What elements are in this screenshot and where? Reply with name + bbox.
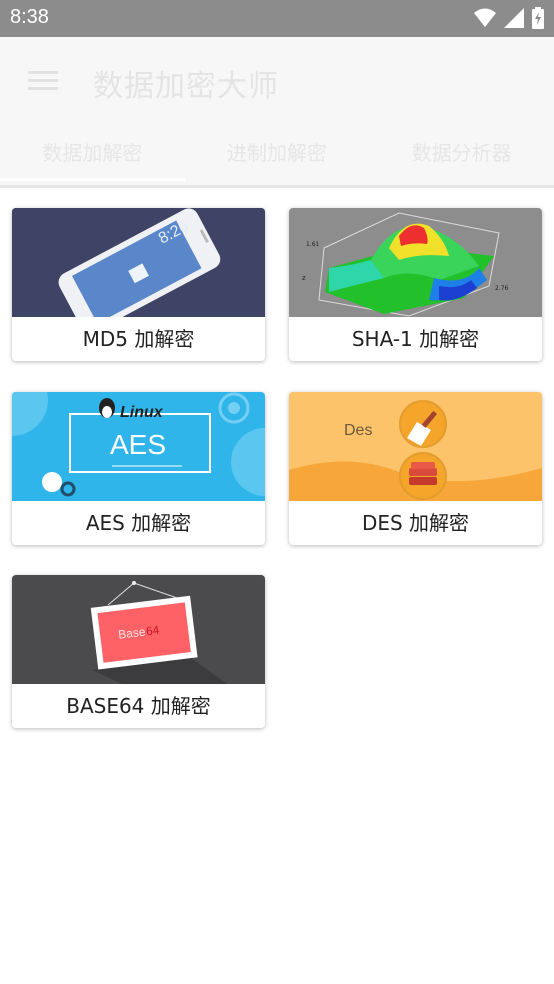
tab-bar: 数据加解密 进制加解密 数据分析器	[0, 131, 554, 185]
tab-bar-divider	[0, 185, 554, 188]
linux-aes-banner-image: Linux AES	[12, 392, 265, 501]
tab-label: 数据加解密	[42, 141, 143, 165]
wifi-icon	[474, 8, 496, 27]
linux-logo-text: Linux	[120, 404, 164, 421]
tab-radix-crypto[interactable]: 进制加解密	[185, 131, 370, 185]
des-label-text: Des	[344, 422, 372, 439]
svg-text:2.76: 2.76	[495, 285, 509, 292]
card-md5[interactable]: 8:26 MD5 加解密	[12, 208, 265, 361]
3d-surface-plot-image: 1.61 z 2.76	[289, 208, 542, 317]
svg-text:z: z	[302, 274, 306, 282]
svg-text:1.61: 1.61	[306, 241, 320, 248]
des-tools-image: Des	[289, 392, 542, 501]
card-aes[interactable]: Linux AES AES 加解密	[12, 392, 265, 545]
hanging-sign-image: Base 64	[12, 575, 265, 684]
tab-label: 进制加解密	[227, 141, 327, 165]
app-title: 数据加密大师	[93, 69, 279, 104]
status-bar: 8:38	[0, 0, 554, 37]
tab-indicator	[0, 178, 185, 181]
menu-icon[interactable]	[28, 69, 60, 93]
phone-lockscreen-image: 8:26	[12, 208, 265, 317]
tab-data-crypto[interactable]: 数据加解密	[0, 131, 185, 185]
tab-label: 数据分析器	[411, 141, 512, 165]
battery-icon	[532, 7, 544, 29]
app-bar: 数据加密大师 数据加解密 进制加解密 数据分析器	[0, 37, 554, 188]
signal-icon	[504, 8, 524, 28]
card-label: AES 加解密	[85, 511, 192, 535]
card-label: MD5 加解密	[82, 327, 195, 351]
card-label: SHA-1 加解密	[351, 327, 480, 351]
base64-text-b: 64	[145, 623, 160, 639]
card-des[interactable]: Des DES 加解密	[289, 392, 542, 545]
status-time: 8:38	[10, 6, 49, 28]
card-label: DES 加解密	[361, 511, 470, 535]
card-label: BASE64 加解密	[66, 694, 211, 718]
tab-data-analyzer[interactable]: 数据分析器	[369, 131, 554, 185]
aes-banner-text: AES	[110, 429, 166, 460]
card-sha1[interactable]: 1.61 z 2.76 SHA-1 加解密	[289, 208, 542, 361]
status-icons	[474, 7, 544, 29]
card-base64[interactable]: Base 64 BASE64 加解密	[12, 575, 265, 728]
